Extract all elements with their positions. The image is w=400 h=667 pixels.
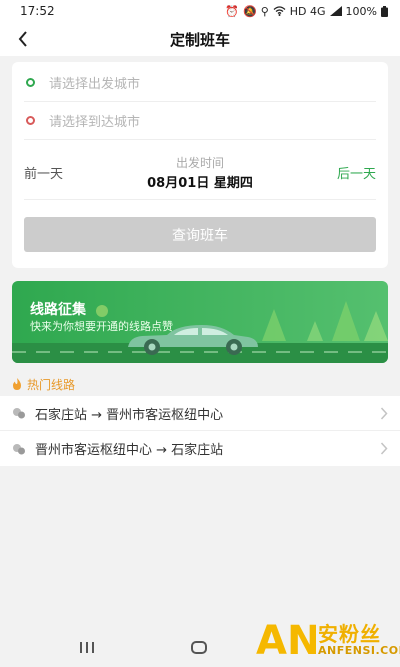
route-icon: [13, 408, 25, 419]
arrival-city-field[interactable]: 请选择到达城市: [24, 102, 376, 140]
depart-time-label: 出发时间: [175, 156, 224, 170]
watermark-cn-text: 安粉丝: [318, 622, 381, 646]
network-label: HD 4G: [289, 4, 326, 18]
status-time: 17:52: [20, 4, 55, 18]
battery-icon: [381, 5, 388, 17]
chevron-right-icon: [380, 442, 388, 455]
departure-city-placeholder: 请选择出发城市: [49, 77, 141, 92]
arrival-city-placeholder: 请选择到达城市: [49, 115, 141, 130]
wifi-icon: [273, 6, 286, 16]
nav-bar: 定制班车: [0, 22, 400, 56]
fire-icon: [13, 378, 21, 390]
back-button[interactable]: [10, 26, 36, 52]
search-form-card: 请选择出发城市 请选择到达城市 前一天 出发时间 08月01日 星期四 后一天 …: [12, 62, 388, 268]
hot-routes-list: 石家庄站 → 晋州市客运枢纽中心 晋州市客运枢纽中心 → 石家庄站: [0, 396, 400, 466]
signal-icon: [329, 6, 342, 16]
hot-routes-header: 热门线路: [12, 374, 75, 394]
mute-icon: 🔕: [243, 4, 257, 18]
page-title: 定制班车: [169, 30, 230, 49]
route-icon: [13, 443, 25, 454]
date-selector: 前一天 出发时间 08月01日 星期四 后一天: [24, 142, 376, 200]
hot-routes-title: 热门线路: [27, 377, 76, 392]
banner-subtitle: 快来为你想要开通的线路点赞: [30, 320, 173, 333]
next-day-button[interactable]: 后一天: [337, 163, 376, 182]
home-button[interactable]: [191, 641, 207, 654]
watermark: AN 安粉丝 ANFENSI.COM: [254, 612, 400, 667]
status-icons: ⏰ 🔕 ⚲ HD 4G 100%: [225, 5, 388, 18]
recent-apps-icon: [80, 642, 82, 653]
watermark-logo: AN: [256, 618, 316, 660]
svg-text:AN: AN: [256, 618, 316, 660]
depart-date-value[interactable]: 08月01日 星期四: [24, 172, 376, 191]
battery-percent: 100%: [345, 4, 377, 18]
chevron-right-icon: [380, 407, 388, 420]
location-icon: ⚲: [260, 4, 269, 18]
route-label: 石家庄站 → 晋州市客运枢纽中心: [35, 407, 224, 423]
departure-dot-icon: [26, 78, 35, 87]
status-bar: 17:52 ⏰ 🔕 ⚲ HD 4G 100%: [0, 0, 400, 22]
watermark-en-text: ANFENSI.COM: [318, 644, 400, 657]
query-bus-button[interactable]: 查询班车: [24, 217, 376, 252]
route-label: 晋州市客运枢纽中心 → 石家庄站: [35, 443, 224, 458]
recent-apps-button[interactable]: [80, 642, 94, 653]
route-collection-banner[interactable]: 线路征集 快来为你想要开通的线路点赞: [12, 281, 388, 363]
route-item[interactable]: 晋州市客运枢纽中心 → 石家庄站: [0, 431, 400, 466]
alarm-icon: ⏰: [225, 4, 240, 18]
arrival-dot-icon: [26, 116, 35, 125]
chevron-left-icon: [18, 31, 27, 47]
route-item[interactable]: 石家庄站 → 晋州市客运枢纽中心: [0, 396, 400, 431]
departure-city-field[interactable]: 请选择出发城市: [24, 64, 376, 102]
banner-title: 线路征集: [30, 302, 86, 318]
